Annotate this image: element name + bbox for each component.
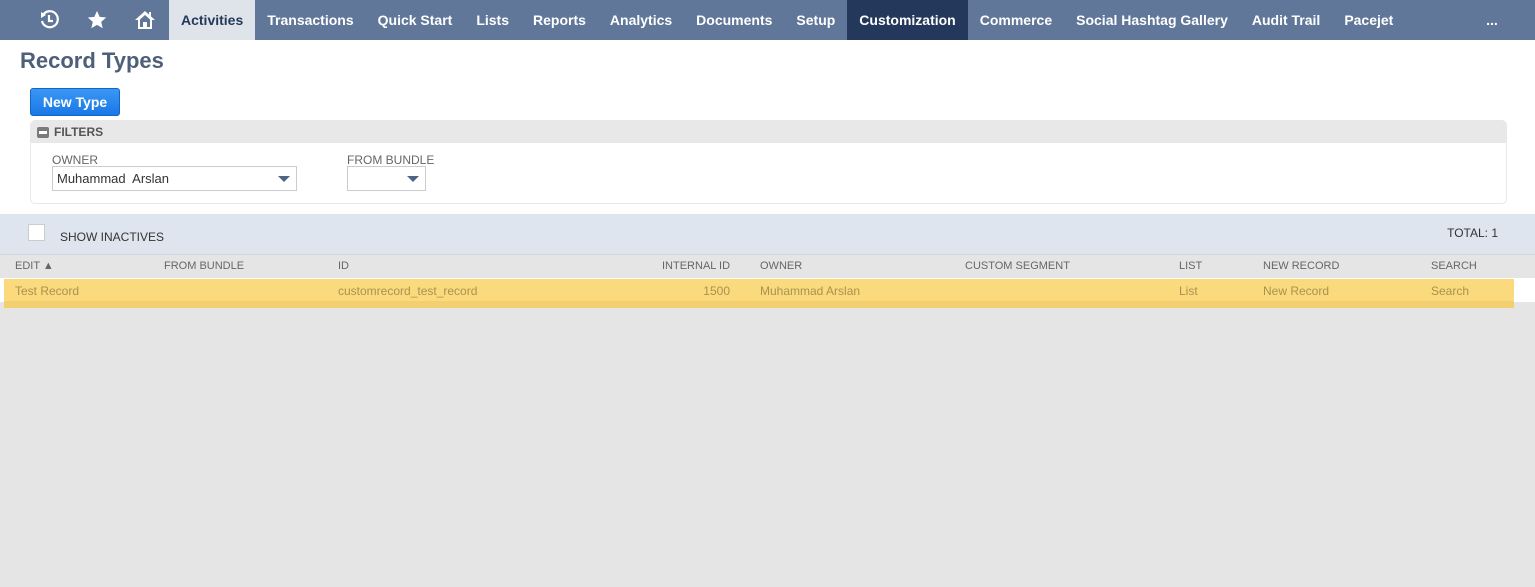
filters-panel: FILTERS — [30, 120, 1507, 204]
column-header-owner[interactable]: OWNER — [760, 260, 802, 272]
nav-transactions[interactable]: Transactions — [255, 0, 365, 40]
row-id: customrecord_test_record — [338, 284, 478, 298]
from-bundle-select[interactable] — [347, 166, 426, 191]
nav-customization[interactable]: Customization — [847, 0, 968, 40]
column-header-id[interactable]: ID — [338, 260, 349, 272]
nav-audit-trail[interactable]: Audit Trail — [1240, 0, 1332, 40]
row-search-link[interactable]: Search — [1431, 284, 1469, 298]
nav-analytics[interactable]: Analytics — [598, 0, 684, 40]
owner-select-value: Muhammad Arslan — [57, 171, 169, 186]
new-type-button[interactable]: New Type — [30, 88, 120, 116]
owner-select[interactable]: Muhammad Arslan — [52, 166, 297, 191]
collapse-minus-icon — [37, 126, 49, 138]
nav-reports[interactable]: Reports — [521, 0, 598, 40]
nav-more-button[interactable]: ... — [1449, 0, 1535, 40]
list-toolbar — [0, 214, 1535, 254]
nav-pacejet[interactable]: Pacejet — [1332, 0, 1405, 40]
show-inactives-label: SHOW INACTIVES — [60, 230, 165, 244]
column-header-internal-id[interactable]: INTERNAL ID — [662, 260, 730, 272]
chevron-down-icon — [278, 176, 290, 182]
row-new-record-link[interactable]: New Record — [1263, 284, 1329, 298]
column-header-search[interactable]: SEARCH — [1431, 260, 1477, 272]
chevron-down-icon — [407, 176, 419, 182]
nav-social-hashtag-gallery[interactable]: Social Hashtag Gallery — [1064, 0, 1240, 40]
top-navigation: Activities Transactions Quick Start List… — [0, 0, 1535, 40]
row-list-link[interactable]: List — [1179, 284, 1198, 298]
nav-lists[interactable]: Lists — [464, 0, 521, 40]
owner-label: OWNER — [52, 153, 98, 167]
column-header-from-bundle[interactable]: FROM BUNDLE — [164, 260, 244, 272]
nav-documents[interactable]: Documents — [684, 0, 784, 40]
home-icon[interactable] — [121, 0, 169, 40]
row-owner: Muhammad Arslan — [760, 284, 861, 298]
page-title: Record Types — [20, 48, 164, 73]
nav-setup[interactable]: Setup — [784, 0, 847, 40]
row-edit-link[interactable]: Test Record — [15, 284, 79, 298]
show-inactives-checkbox[interactable] — [28, 224, 45, 241]
column-header-list[interactable]: LIST — [1179, 260, 1202, 272]
nav-quick-start[interactable]: Quick Start — [366, 0, 465, 40]
nav-commerce[interactable]: Commerce — [968, 0, 1064, 40]
recent-records-icon[interactable] — [25, 0, 73, 40]
from-bundle-label: FROM BUNDLE — [347, 153, 435, 167]
favorites-star-icon[interactable] — [73, 0, 121, 40]
column-header-custom-segment[interactable]: CUSTOM SEGMENT — [965, 260, 1070, 272]
nav-activities[interactable]: Activities — [169, 0, 256, 40]
filters-toggle[interactable]: FILTERS — [31, 121, 1506, 143]
filters-title: FILTERS — [54, 125, 104, 139]
row-internal-id: 1500 — [703, 284, 730, 298]
total-count: TOTAL: 1 — [1447, 226, 1498, 240]
column-header-new-record[interactable]: NEW RECORD — [1263, 260, 1339, 272]
column-header-edit[interactable]: EDIT ▲ — [15, 260, 54, 272]
